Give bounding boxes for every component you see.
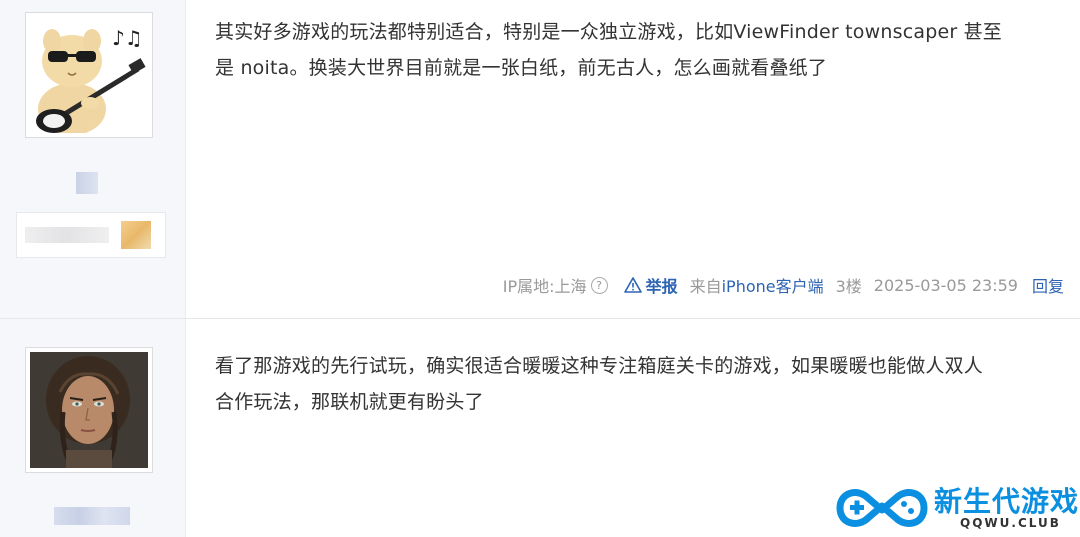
portrait-avatar-image — [30, 352, 148, 468]
post-source: 来自iPhone客户端 — [690, 273, 824, 297]
ip-location: IP属地:上海 — [502, 277, 587, 296]
author-sidebar: ♪♫ — [0, 0, 186, 318]
question-circle-icon[interactable]: ? — [590, 276, 608, 294]
post-meta-bar: IP属地:上海 ? 举报 来自iPhone客户端 3楼 2025-03-05 2… — [503, 272, 1064, 298]
client-link[interactable]: iPhone客户端 — [722, 277, 824, 296]
cat-guitar-avatar-image: ♪♫ — [30, 17, 148, 133]
post-content-line: 是 noita。换装大世界目前就是一张白纸，前无古人，怎么画就看叠纸了 — [215, 57, 828, 79]
author-avatar[interactable]: ♪♫ — [25, 12, 153, 138]
username-blurred[interactable] — [54, 507, 130, 525]
post-content-line: 看了那游戏的先行试玩，确实很适合暖暖这种专注箱庭关卡的游戏，如果暖暖也能做人双人 — [215, 355, 984, 377]
post-floor-3: ♪♫ 其实好多游戏的玩法都特别适合，特别是一众独立游戏，比如ViewFinder… — [0, 0, 1080, 319]
site-watermark: 新生代游戏 QQWU.CLUB — [830, 478, 1080, 537]
source-prefix: 来自 — [689, 277, 722, 296]
watermark-title: 新生代游戏 — [934, 485, 1080, 518]
report-label: 举报 — [645, 277, 678, 296]
post-content: 其实好多游戏的玩法都特别适合，特别是一众独立游戏，比如ViewFinder to… — [215, 14, 1050, 86]
post-content-line: 其实好多游戏的玩法都特别适合，特别是一众独立游戏，比如ViewFinder to… — [215, 21, 1003, 43]
post-content: 看了那游戏的先行试玩，确实很适合暖暖这种专注箱庭关卡的游戏，如果暖暖也能做人双人… — [215, 348, 1050, 420]
author-avatar[interactable] — [25, 347, 153, 473]
reply-button[interactable]: 回复 — [1032, 273, 1064, 297]
svg-text:♪♫: ♪♫ — [112, 26, 143, 50]
gamepad-icon — [836, 489, 928, 527]
watermark-subtitle: QQWU.CLUB — [960, 516, 1061, 530]
author-sidebar — [0, 319, 186, 537]
user-badge-blurred — [16, 212, 166, 258]
post-timestamp: 2025-03-05 23:59 — [873, 275, 1018, 295]
report-button[interactable]: 举报 — [623, 273, 678, 297]
username-blurred[interactable] — [76, 172, 98, 194]
post-content-line: 合作玩法，那联机就更有盼头了 — [215, 391, 484, 413]
warning-triangle-icon — [623, 277, 642, 293]
floor-number: 3楼 — [835, 277, 862, 296]
